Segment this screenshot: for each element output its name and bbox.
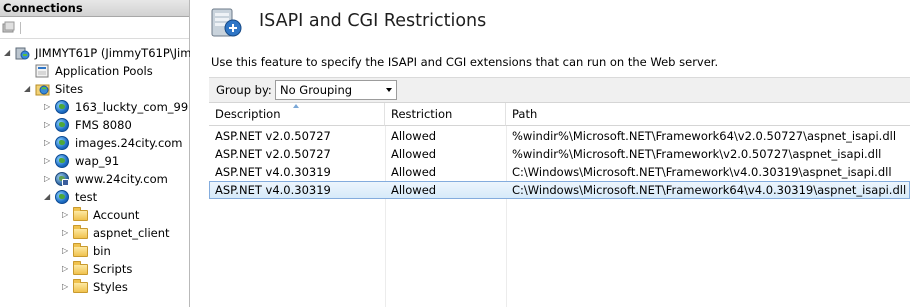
- toolbar-separator: [20, 22, 21, 34]
- group-by-value: No Grouping: [280, 83, 353, 97]
- expanded-arrow-icon[interactable]: ◢: [24, 80, 33, 98]
- globe-icon: [55, 118, 69, 132]
- tree-item-label: 163_luckty_com_99: [75, 100, 189, 114]
- tree-item[interactable]: ▷ www.24city.com: [44, 170, 190, 188]
- expanded-arrow-icon[interactable]: ◢: [44, 188, 53, 206]
- globe-icon: [55, 190, 69, 204]
- no-expander: [24, 62, 33, 80]
- cell-description: ASP.NET v4.0.30319: [215, 183, 331, 197]
- group-by-label: Group by:: [216, 83, 272, 97]
- collapsed-arrow-icon[interactable]: ▷: [62, 224, 71, 242]
- tree-item[interactable]: ▷ Scripts: [62, 260, 190, 278]
- tree-item[interactable]: ◢ Sites: [24, 80, 190, 98]
- connections-toolbar: [0, 17, 189, 39]
- cell-path: %windir%\Microsoft.NET\Framework\v2.0.50…: [512, 147, 882, 161]
- table-row[interactable]: ASP.NET v2.0.50727 Allowed %windir%\Micros…: [209, 145, 910, 163]
- tree-item-label: Application Pools: [55, 64, 153, 78]
- globe-icon: [55, 100, 69, 114]
- globe-icon: [55, 154, 69, 168]
- tree-item-label: bin: [93, 244, 111, 258]
- tree-item-label: wap_91: [75, 154, 120, 168]
- page-title: ISAPI and CGI Restrictions: [259, 11, 487, 31]
- table-row-selected[interactable]: ASP.NET v4.0.30319 Allowed C:\Windows\Micr…: [209, 181, 910, 199]
- column-header-label: Description: [215, 107, 281, 121]
- folder-icon: [73, 207, 88, 221]
- tree-item-label: images.24city.com: [75, 136, 183, 150]
- folder-icon: [73, 243, 88, 257]
- collapsed-arrow-icon[interactable]: ▷: [62, 260, 71, 278]
- collapsed-arrow-icon[interactable]: ▷: [62, 206, 71, 224]
- feature-description: Use this feature to specify the ISAPI an…: [211, 55, 719, 69]
- collapsed-arrow-icon[interactable]: ▷: [44, 152, 53, 170]
- collapsed-arrow-icon[interactable]: ▷: [62, 278, 71, 296]
- connections-pane: Connections ◢ JIMMYT61P (JimmyT61P\Jimmy)…: [0, 0, 190, 307]
- column-header-description[interactable]: Description: [209, 103, 385, 126]
- tree-item[interactable]: ◢ JIMMYT61P (JimmyT61P\Jimmy): [4, 44, 190, 62]
- isapi-cgi-feature-icon: [208, 6, 244, 40]
- cell-path: %windir%\Microsoft.NET\Framework64\v2.0.…: [512, 129, 897, 143]
- column-header-restriction[interactable]: Restriction: [385, 103, 506, 126]
- sites-icon: [35, 82, 50, 96]
- tree-item[interactable]: Application Pools: [24, 62, 190, 80]
- folder-icon: [73, 225, 88, 239]
- cell-restriction: Allowed: [391, 165, 437, 179]
- expanded-arrow-icon[interactable]: ◢: [4, 44, 13, 62]
- tree-item-label: Styles: [93, 280, 128, 294]
- column-header-label: Restriction: [391, 107, 453, 121]
- tree-item[interactable]: ▷ 163_luckty_com_99: [44, 98, 190, 116]
- sort-ascending-icon: [293, 104, 299, 108]
- tree-item[interactable]: ▷ aspnet_client: [62, 224, 190, 242]
- tree-item[interactable]: ▷ images.24city.com: [44, 134, 190, 152]
- cell-description: ASP.NET v2.0.50727: [215, 147, 331, 161]
- tree-item-label: Scripts: [93, 262, 133, 276]
- restrictions-grid: Description Restriction Path ASP.NET v2.…: [209, 102, 910, 307]
- tree-item[interactable]: ▷ Account: [62, 206, 190, 224]
- tree-item-label: JIMMYT61P (JimmyT61P\Jimmy): [35, 46, 190, 60]
- group-by-bar: Group by: No Grouping: [209, 77, 910, 102]
- column-header-path[interactable]: Path: [506, 103, 910, 126]
- collapsed-arrow-icon[interactable]: ▷: [44, 170, 53, 188]
- cell-description: ASP.NET v2.0.50727: [215, 129, 331, 143]
- cell-restriction: Allowed: [391, 147, 437, 161]
- connect-icon[interactable]: [2, 21, 16, 35]
- tree-item-label: aspnet_client: [93, 226, 170, 240]
- collapsed-arrow-icon[interactable]: ▷: [44, 116, 53, 134]
- collapsed-arrow-icon[interactable]: ▷: [62, 242, 71, 260]
- tree-item-label: www.24city.com: [75, 172, 168, 186]
- feature-pane: ISAPI and CGI Restrictions Use this feat…: [198, 0, 910, 307]
- collapsed-arrow-icon[interactable]: ▷: [44, 98, 53, 116]
- tree-item[interactable]: ▷ Styles: [62, 278, 190, 296]
- cell-path: C:\Windows\Microsoft.NET\Framework64\v4.…: [512, 183, 907, 197]
- cell-restriction: Allowed: [391, 129, 437, 143]
- cell-path: C:\Windows\Microsoft.NET\Framework\v4.0.…: [512, 165, 892, 179]
- group-by-dropdown[interactable]: No Grouping: [275, 80, 397, 100]
- connections-header: Connections: [0, 0, 189, 17]
- tree-item-label: FMS 8080: [75, 118, 132, 132]
- chevron-down-icon: [386, 88, 392, 92]
- table-row[interactable]: ASP.NET v2.0.50727 Allowed %windir%\Micros…: [209, 127, 910, 145]
- cell-restriction: Allowed: [391, 183, 437, 197]
- column-header-label: Path: [512, 107, 538, 121]
- globe-icon: [55, 136, 69, 150]
- tree-item-label: Sites: [55, 82, 84, 96]
- tree-item-label: Account: [93, 208, 140, 222]
- tree-item[interactable]: ▷ FMS 8080: [44, 116, 190, 134]
- app-pools-icon: [35, 64, 50, 78]
- folder-icon: [73, 279, 88, 293]
- tree-item[interactable]: ▷ bin: [62, 242, 190, 260]
- tree-item-label: test: [75, 190, 98, 204]
- tree-item[interactable]: ▷ wap_91: [44, 152, 190, 170]
- tree-item[interactable]: ◢ test: [44, 188, 190, 206]
- globe-stopped-icon: [55, 172, 69, 186]
- server-icon: [15, 46, 30, 60]
- cell-description: ASP.NET v4.0.30319: [215, 165, 331, 179]
- folder-icon: [73, 261, 88, 275]
- collapsed-arrow-icon[interactable]: ▷: [44, 134, 53, 152]
- table-row[interactable]: ASP.NET v4.0.30319 Allowed C:\Windows\Micr…: [209, 163, 910, 181]
